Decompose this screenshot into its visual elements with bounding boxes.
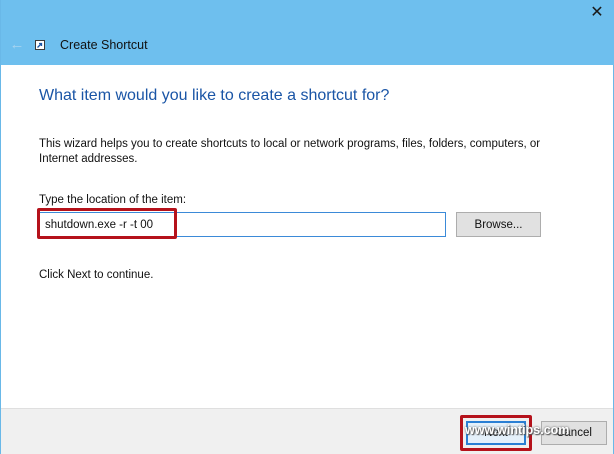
wizard-heading: What item would you like to create a sho…	[39, 87, 390, 104]
window-title: Create Shortcut	[60, 38, 148, 52]
close-icon[interactable]: ✕	[587, 4, 607, 22]
shortcut-icon	[35, 40, 45, 50]
create-shortcut-window: ✕ ← Create Shortcut What item would you …	[0, 0, 614, 454]
browse-button[interactable]: Browse...	[456, 212, 541, 237]
location-input[interactable]	[39, 212, 446, 237]
next-button[interactable]: Next	[466, 421, 526, 445]
continue-hint: Click Next to continue.	[39, 269, 154, 281]
title-bar: ✕ ← Create Shortcut	[1, 0, 614, 65]
location-label: Type the location of the item:	[39, 194, 187, 206]
cancel-button[interactable]: Cancel	[541, 421, 607, 445]
back-arrow-icon[interactable]: ←	[8, 36, 26, 54]
wizard-description: This wizard helps you to create shortcut…	[39, 138, 541, 165]
